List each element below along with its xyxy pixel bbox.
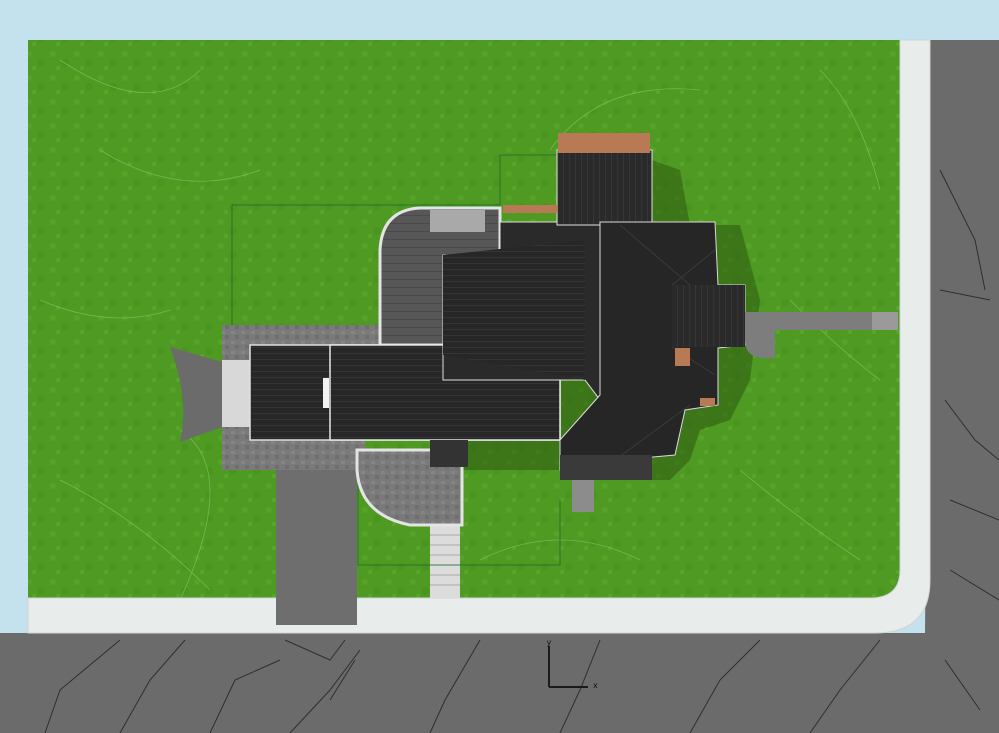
south-entry-stair xyxy=(430,440,468,467)
west-landing xyxy=(222,360,254,427)
roof-dormer xyxy=(323,378,329,408)
roof-east-porch xyxy=(672,285,745,347)
north-stair xyxy=(430,210,485,232)
east-walk-steps xyxy=(872,312,898,330)
south-bay-steps xyxy=(572,480,594,512)
roof-north-ell xyxy=(556,149,653,226)
site-plan-canvas: y x xyxy=(0,0,999,733)
south-bay xyxy=(560,455,652,480)
north-wood-strip xyxy=(503,205,558,213)
road xyxy=(0,633,999,733)
road-east xyxy=(925,40,999,633)
driveway xyxy=(276,470,357,625)
axis-y-label: y xyxy=(547,638,552,647)
east-wood-accent xyxy=(675,348,690,366)
east-wood-accent-2 xyxy=(700,398,715,406)
axis-x-label: x xyxy=(593,681,598,690)
front-stairs xyxy=(430,525,460,598)
north-chimney xyxy=(558,133,650,153)
